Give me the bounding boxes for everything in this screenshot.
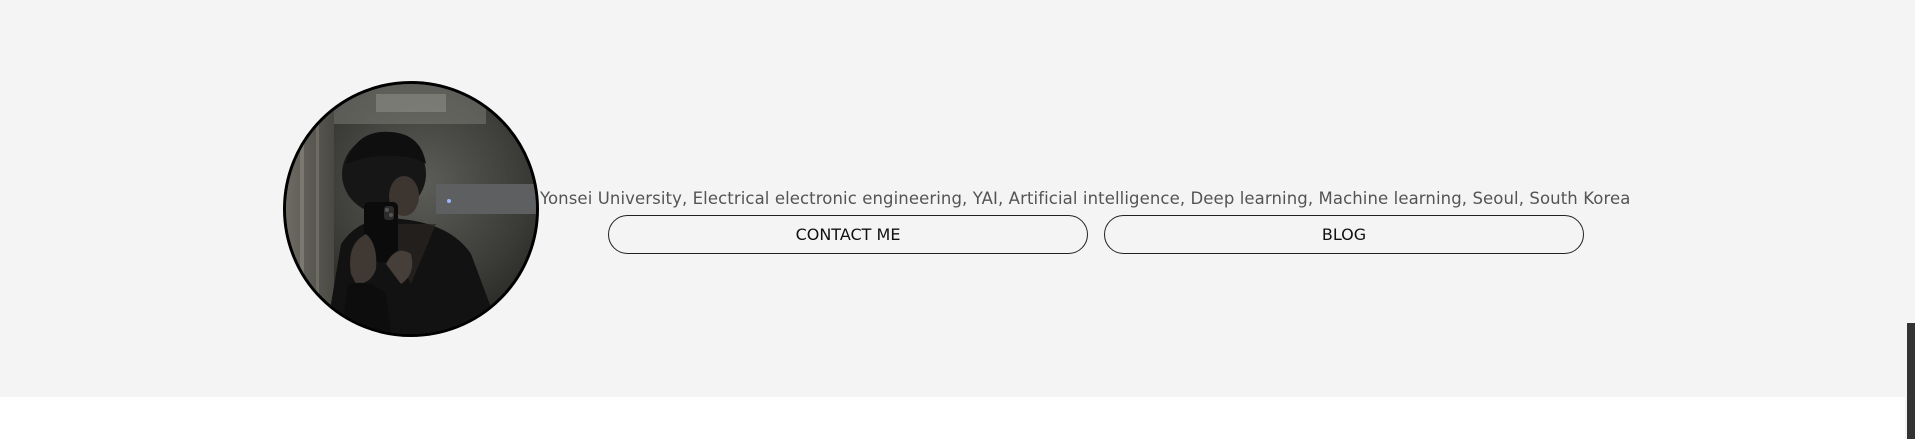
contact-me-button[interactable]: CONTACT ME <box>608 215 1088 254</box>
scrollbar-thumb[interactable] <box>1907 323 1915 439</box>
profile-section: Yonsei University, Electrical electronic… <box>0 0 1905 397</box>
scrollbar-track[interactable] <box>1905 0 1915 439</box>
profile-avatar <box>283 81 539 337</box>
blog-button[interactable]: BLOG <box>1104 215 1584 254</box>
profile-photo <box>286 84 536 334</box>
page: Yonsei University, Electrical electronic… <box>0 0 1915 439</box>
profile-tagline: Yonsei University, Electrical electronic… <box>540 188 1631 208</box>
